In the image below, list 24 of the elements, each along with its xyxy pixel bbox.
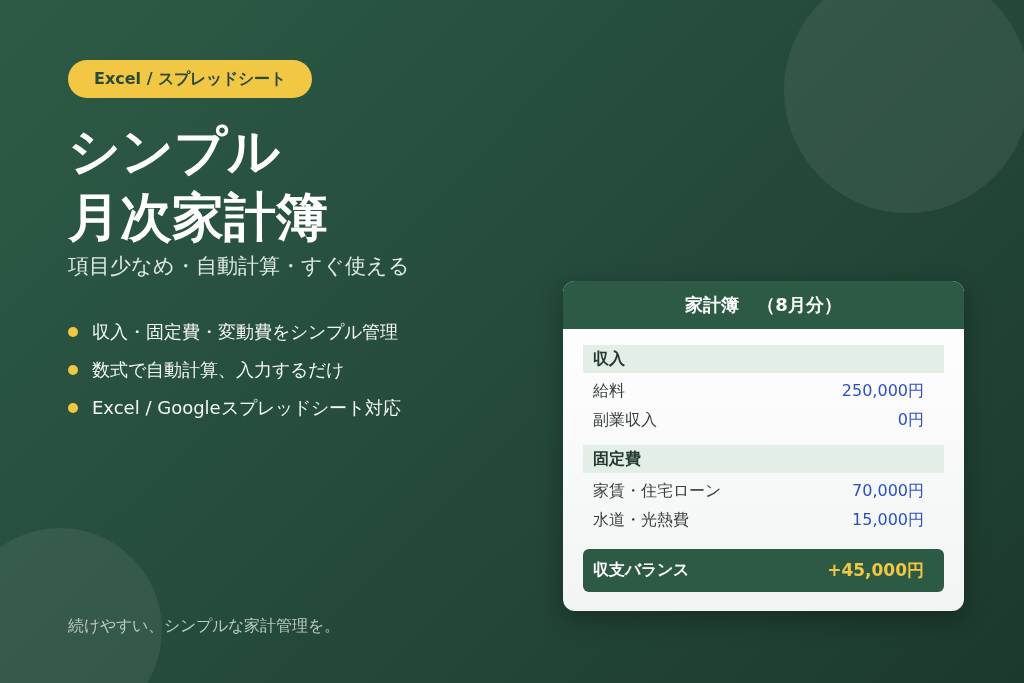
item-label: 水道・光熱費 [593, 510, 689, 531]
item-amount: 250,000円 [841, 381, 924, 402]
feature-text: 収入・固定費・変動費をシンプル管理 [92, 320, 398, 344]
section-heading: 固定費 [583, 445, 944, 473]
section-heading: 収入 [583, 345, 944, 373]
tagline: 続けやすい、シンプルな家計管理を。 [68, 616, 340, 637]
card-title: 家計簿 （8月分） [563, 281, 964, 329]
item-label: 副業収入 [593, 410, 657, 431]
balance-label: 収支バランス [593, 560, 689, 581]
category-badge: Excel / スプレッドシート [68, 60, 313, 98]
feature-text: Excel / Googleスプレッドシート対応 [92, 396, 401, 420]
subtitle: 項目少なめ・自動計算・すぐ使える [68, 253, 410, 280]
balance-amount: +45,000円 [827, 559, 924, 582]
item-label: 給料 [593, 381, 625, 402]
feature-text: 数式で自動計算、入力するだけ [92, 358, 344, 382]
item-amount: 0円 [897, 410, 924, 431]
bullet-dot [68, 365, 78, 375]
bullet-dot [68, 403, 78, 413]
headline: シンプル [68, 120, 281, 183]
bullet-dot [68, 327, 78, 337]
item-label: 家賃・住宅ローン [593, 481, 721, 502]
headline: 月次家計簿 [68, 186, 328, 249]
item-amount: 70,000円 [852, 481, 924, 502]
item-amount: 15,000円 [852, 510, 924, 531]
